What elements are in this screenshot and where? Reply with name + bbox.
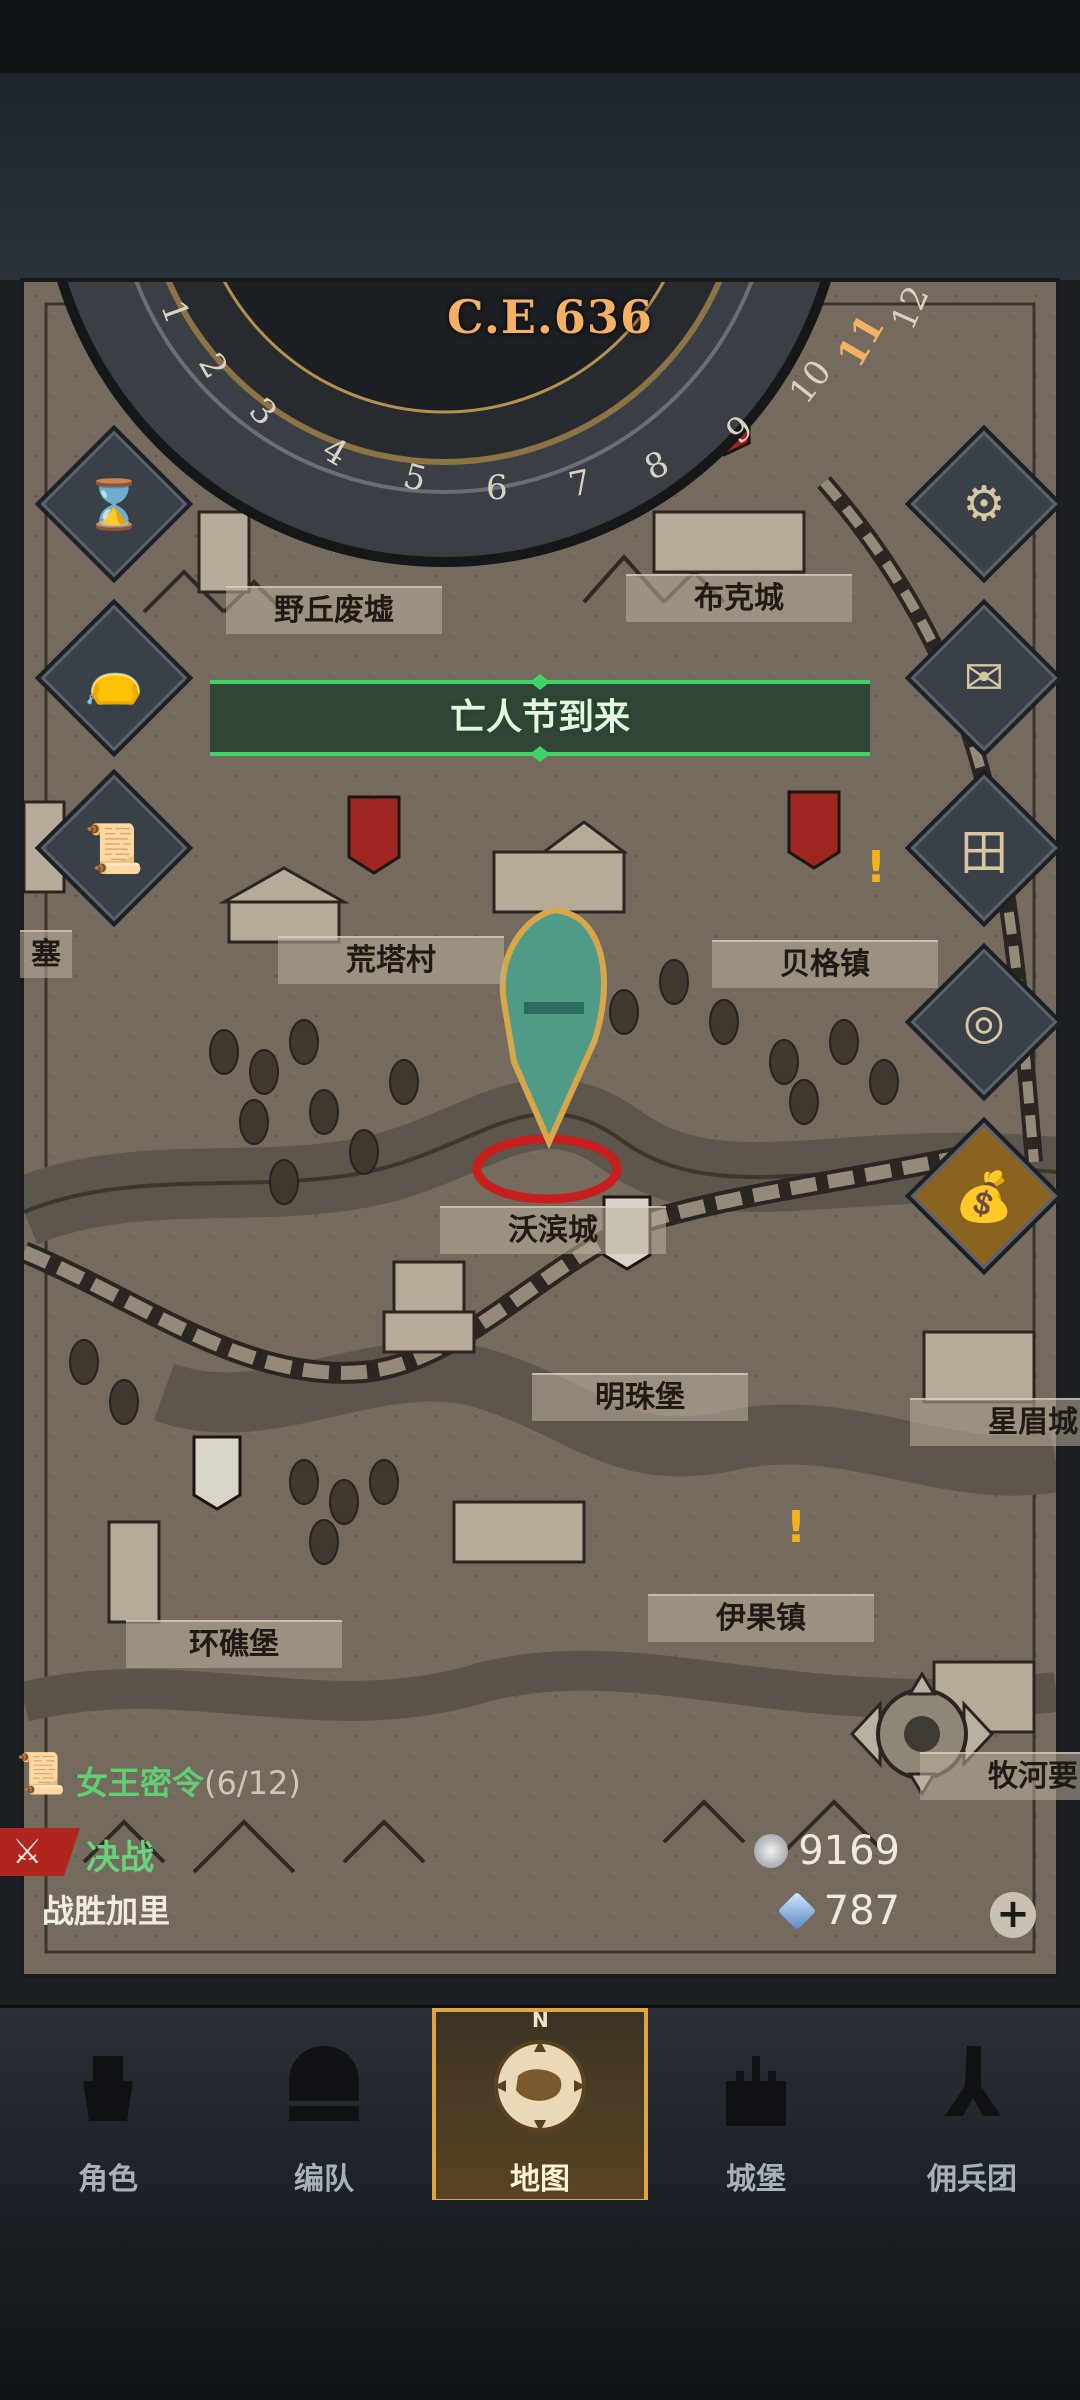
gear-icon: ⚙	[962, 476, 1006, 532]
bag-icon: 👝	[84, 650, 144, 707]
compass-north-letter: N	[532, 2008, 549, 2032]
nav-tab-map[interactable]: N 地图	[432, 2008, 648, 2203]
plus-icon: +	[996, 1891, 1030, 1937]
event-banner[interactable]: 亡人节到来	[210, 672, 870, 764]
quest-tracker[interactable]: 📜 女王密令(6/12)	[10, 1750, 430, 1806]
crystal-amount: 787	[823, 1888, 900, 1934]
add-resource-button[interactable]: +	[990, 1892, 1036, 1938]
town-label-yeqiu[interactable]: 野丘废墟	[226, 586, 442, 634]
quest-scroll-icon: 📜	[16, 1751, 66, 1797]
silver-resource: 9169	[754, 1828, 900, 1874]
quest-progress: (6/12)	[204, 1764, 301, 1802]
nav-label: 角色	[78, 2162, 138, 2197]
formation-icon	[289, 2046, 359, 2121]
nav-tab-formation[interactable]: 编队	[216, 2008, 432, 2203]
knight-icon	[83, 2056, 133, 2121]
world-map[interactable]: ! ! 1 2 3 4 5 6 7 8 9 10 11 12	[20, 278, 1060, 1978]
era-year: C.E.636	[447, 290, 653, 344]
town-label-sai[interactable]: 塞	[20, 930, 72, 978]
town-label-muhe[interactable]: 牧河要	[920, 1752, 1080, 1800]
event-banner-text: 亡人节到来	[449, 697, 630, 738]
top-status-area	[0, 0, 1080, 280]
castle-icon	[726, 2056, 786, 2126]
money-bag-icon: 💰	[954, 1168, 1014, 1225]
silver-coin-icon	[754, 1834, 789, 1868]
battle-tag-label: 决战	[86, 1838, 154, 1878]
scroll-icon: 📜	[84, 820, 144, 877]
town-label-yiguo[interactable]: 伊果镇	[648, 1594, 874, 1642]
battle-tag-badge: ⚔	[0, 1828, 80, 1876]
mail-icon: ✉	[963, 650, 1005, 706]
town-label-beige[interactable]: 贝格镇	[712, 940, 938, 988]
svg-text:!: !	[786, 1502, 806, 1553]
nav-label: 地图	[510, 2162, 570, 2197]
nav-tab-character[interactable]: 角色	[0, 2008, 216, 2203]
month-label: 6	[486, 468, 508, 508]
bottom-nav: 角色 编队 N 地图 城堡 佣兵团	[0, 2005, 1080, 2203]
crystal-icon	[777, 1891, 816, 1931]
town-label-mingzhu[interactable]: 明珠堡	[532, 1373, 748, 1421]
nav-label: 城堡	[726, 2162, 786, 2197]
battle-objective[interactable]: ⚔ 决战 战胜加里	[0, 1826, 480, 1936]
town-label-xingmei[interactable]: 星眉城	[910, 1398, 1080, 1446]
bottom-blank-area	[0, 2200, 1080, 2400]
svg-text:!: !	[866, 842, 886, 893]
nav-label: 佣兵团	[927, 2162, 1017, 2197]
nav-tab-castle[interactable]: 城堡	[648, 2008, 864, 2203]
quest-title-row: 女王密令(6/12)	[76, 1758, 301, 1804]
map-compass-icon	[494, 2040, 586, 2132]
town-label-wobin[interactable]: 沃滨城	[440, 1206, 666, 1254]
grid-icon: 田	[959, 825, 1008, 881]
nav-tab-mercenary[interactable]: 佣兵团	[864, 2008, 1080, 2203]
silver-amount: 9169	[798, 1828, 900, 1874]
crossed-swords-icon: ⚔	[12, 1832, 43, 1872]
nav-label: 编队	[294, 2162, 354, 2197]
town-label-huanjiao[interactable]: 环礁堡	[126, 1620, 342, 1668]
mercenary-icon	[945, 2046, 1001, 2116]
quest-title: 女王密令	[76, 1764, 205, 1802]
crystal-resource: 787	[777, 1888, 900, 1934]
town-label-buke[interactable]: 布克城	[626, 574, 852, 622]
hourglass-icon: ⌛	[84, 476, 144, 533]
coin-icon: ◎	[963, 994, 1005, 1050]
town-label-huangta[interactable]: 荒塔村	[278, 936, 504, 984]
battle-description: 战胜加里	[42, 1892, 171, 1930]
